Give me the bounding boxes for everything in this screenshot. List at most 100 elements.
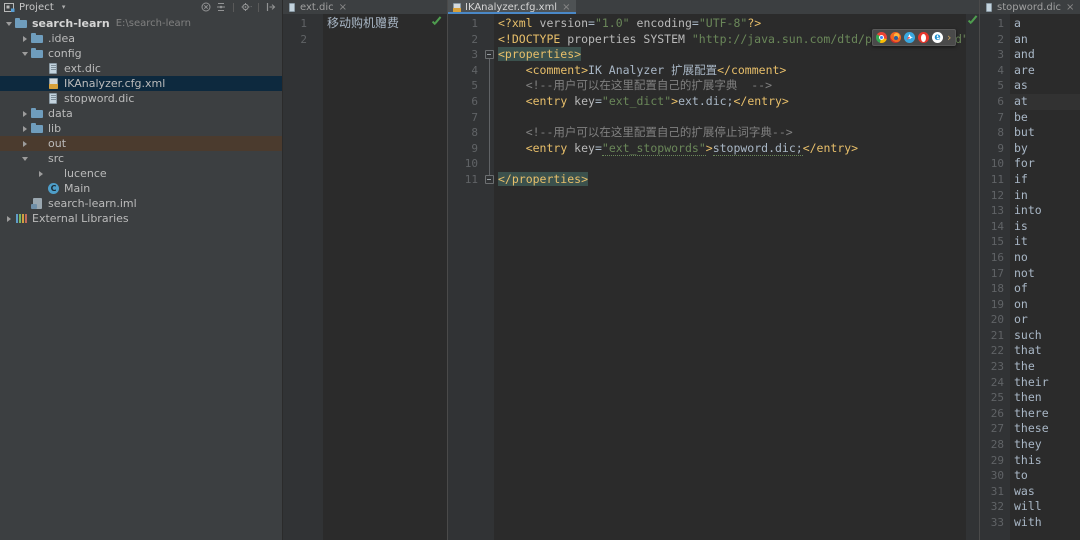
- close-icon[interactable]: ×: [562, 2, 570, 12]
- code-line: not: [1014, 265, 1035, 280]
- code-line: these: [1014, 421, 1049, 436]
- code-token: key: [574, 93, 595, 108]
- project-tree[interactable]: search-learn E:\search-learn .idea config ex…: [0, 14, 282, 540]
- tree-node-stopword-dic[interactable]: stopword.dic: [0, 91, 282, 106]
- tree-node-ikanalyzer-cfg-xml[interactable]: IKAnalyzer.cfg.xml: [0, 76, 282, 91]
- code-folding-column[interactable]: [484, 14, 494, 540]
- fold-toggle-icon[interactable]: [484, 50, 494, 60]
- chevron-right-icon[interactable]: [20, 108, 31, 119]
- tab-stopword-dic[interactable]: stopword.dic ×: [980, 0, 1080, 14]
- tree-node-label: lib: [48, 122, 62, 135]
- tree-node-external-libraries[interactable]: External Libraries: [0, 211, 282, 226]
- line-number: 1: [997, 17, 1004, 30]
- line-number: 10: [990, 157, 1004, 171]
- line-number: 8: [471, 126, 478, 140]
- editor-body-ext-dic[interactable]: 12 移动购机赠费: [283, 14, 447, 540]
- fold-toggle-icon[interactable]: [484, 175, 494, 184]
- code-token: "ext_stopwords": [601, 140, 706, 156]
- editor-body-ikanalyzer-xml[interactable]: 1 2 3 4 5 6 7 8 9 10 11 <?xml version="1.0" encodi…: [448, 14, 979, 540]
- code-content-ikanalyzer-xml[interactable]: <?xml version="1.0" encoding="UTF-8"?> <!…: [494, 14, 979, 540]
- tab-ext-dic[interactable]: ext.dic ×: [283, 0, 354, 14]
- code-line: in: [1014, 187, 1028, 202]
- line-number: 24: [990, 375, 1004, 389]
- code-token: properties SYSTEM: [560, 31, 692, 46]
- inspection-status-strip[interactable]: [966, 14, 979, 540]
- safari-icon[interactable]: [904, 32, 915, 43]
- chevron-down-icon[interactable]: [20, 48, 31, 59]
- tabbar-stopword-dic: stopword.dic ×: [980, 0, 1080, 14]
- close-icon[interactable]: ×: [1066, 2, 1074, 12]
- tab-ikanalyzer-cfg-xml[interactable]: IKAnalyzer.cfg.xml ×: [448, 0, 577, 14]
- code-line: such: [1014, 327, 1042, 342]
- tree-node-src[interactable]: src: [0, 151, 282, 166]
- code-line: <entry key="ext_stopwords">stopword.dic;…: [494, 140, 979, 157]
- line-number: 19: [990, 297, 1004, 311]
- tree-node-lucence[interactable]: lucence: [0, 166, 282, 181]
- opera-icon[interactable]: [918, 32, 929, 43]
- code-token: </entry>: [733, 93, 789, 108]
- chevron-right-icon[interactable]: [4, 213, 15, 224]
- chevron-right-icon[interactable]: [20, 123, 31, 134]
- close-icon[interactable]: ×: [339, 2, 347, 12]
- tree-node-lib[interactable]: lib: [0, 121, 282, 136]
- line-number: 26: [990, 406, 1004, 420]
- tree-node-out[interactable]: out: [0, 136, 282, 151]
- line-number-gutter: 12: [283, 14, 313, 540]
- tree-node-main[interactable]: Main: [0, 181, 282, 196]
- line-number: 10: [464, 157, 478, 171]
- chevron-right-icon[interactable]: [36, 168, 47, 179]
- chrome-icon[interactable]: [876, 32, 887, 43]
- fold-region-line: [488, 59, 490, 180]
- code-line: the: [1014, 359, 1035, 374]
- tree-node-label: stopword.dic: [64, 92, 135, 105]
- line-number: 25: [990, 391, 1004, 405]
- editor-body-stopword-dic[interactable]: 1 2 3 4 5 6 7 8 9 10 11 12 13 14 15 16 17 18 19 20 21 22 23 24 2…: [980, 14, 1080, 540]
- chevron-down-icon[interactable]: ▾: [62, 3, 66, 11]
- tree-node-label: search-learn.iml: [48, 197, 137, 210]
- code-content-ext-dic[interactable]: 移动购机赠费: [323, 14, 447, 540]
- tree-node-search-learn[interactable]: search-learn E:\search-learn: [0, 16, 282, 31]
- collapse-all-icon[interactable]: [201, 2, 211, 12]
- line-number: 28: [990, 438, 1004, 452]
- code-token: ?>: [747, 16, 762, 30]
- code-line: there: [1014, 405, 1049, 420]
- expand-all-icon[interactable]: [216, 2, 226, 12]
- code-line: <!--用户可以在这里配置自己的扩展停止词字典-->: [494, 125, 979, 141]
- line-number: 4: [997, 63, 1004, 77]
- line-number: 20: [990, 313, 1004, 327]
- code-content-stopword-dic[interactable]: a an and are as at be but by for if in into is it no not…: [1010, 14, 1080, 540]
- firefox-icon[interactable]: [890, 32, 901, 43]
- more-browsers-icon[interactable]: ›: [946, 32, 952, 43]
- tree-node-data[interactable]: data: [0, 106, 282, 121]
- hide-panel-icon[interactable]: [266, 2, 276, 12]
- tree-node-idea[interactable]: .idea: [0, 31, 282, 46]
- folder-excluded-icon: [31, 137, 44, 150]
- ie-edge-icon[interactable]: [932, 32, 943, 43]
- code-line: no: [1014, 249, 1028, 264]
- tree-node-label: .idea: [48, 32, 76, 45]
- dic-file-icon: [985, 2, 994, 12]
- line-number: 7: [997, 110, 1004, 124]
- editor-area: ext.dic × 12 移动购机赠费 IKAnalyzer.cfg.xml ×…: [283, 0, 1080, 540]
- settings-gear-icon[interactable]: [241, 2, 252, 12]
- tree-node-config[interactable]: config: [0, 46, 282, 61]
- chevron-down-icon[interactable]: [4, 18, 15, 29]
- tree-node-search-learn-iml[interactable]: search-learn.iml: [0, 196, 282, 211]
- chevron-right-icon[interactable]: [20, 138, 31, 149]
- line-number: 18: [990, 282, 1004, 296]
- open-in-browser-popup[interactable]: ›: [872, 29, 957, 46]
- tree-node-label: ext.dic: [64, 62, 101, 75]
- java-class-icon: [47, 182, 60, 195]
- line-number: 3: [997, 48, 1004, 62]
- no-toggle: [36, 78, 47, 89]
- chevron-down-icon[interactable]: [20, 153, 31, 164]
- tree-node-label: out: [48, 137, 67, 150]
- tree-node-ext-dic[interactable]: ext.dic: [0, 61, 282, 76]
- tab-label: IKAnalyzer.cfg.xml: [465, 1, 558, 13]
- chevron-right-icon[interactable]: [20, 33, 31, 44]
- iml-file-icon: [31, 197, 44, 210]
